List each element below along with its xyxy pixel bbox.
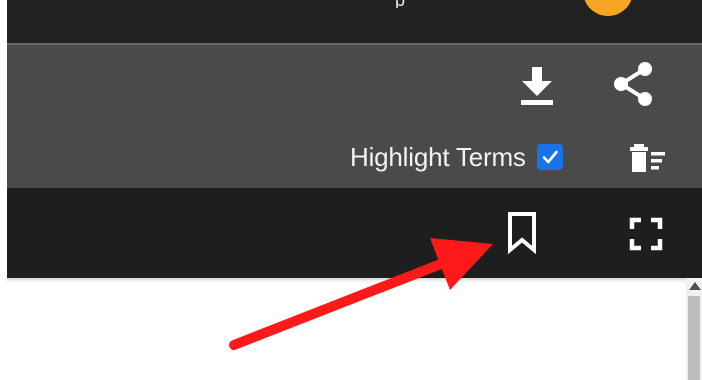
bookmark-icon <box>508 212 536 255</box>
clear-highlights-button[interactable] <box>624 138 672 178</box>
document-content-area <box>7 278 702 380</box>
highlight-terms-label: Highlight Terms <box>350 141 526 172</box>
clear-highlights-icon <box>630 144 665 172</box>
header-title-fragment: p <box>395 0 405 8</box>
share-button[interactable] <box>605 58 661 110</box>
share-icon <box>614 62 652 106</box>
viewer-toolbar <box>7 188 702 278</box>
highlight-terms-control[interactable]: Highlight Terms <box>350 138 563 176</box>
fullscreen-button[interactable] <box>622 210 670 258</box>
left-edge-margin <box>0 0 7 380</box>
scrollbar-thumb[interactable] <box>688 296 700 380</box>
download-button[interactable] <box>512 60 562 110</box>
bookmark-button[interactable] <box>500 208 544 258</box>
fullscreen-icon <box>629 217 663 251</box>
highlight-terms-checkbox[interactable] <box>536 144 563 170</box>
download-icon <box>521 67 553 105</box>
checkmark-icon <box>542 150 558 164</box>
scroll-up-arrow-icon[interactable] <box>689 282 701 290</box>
screenshot-stage: p Highlight Terms <box>0 0 702 380</box>
